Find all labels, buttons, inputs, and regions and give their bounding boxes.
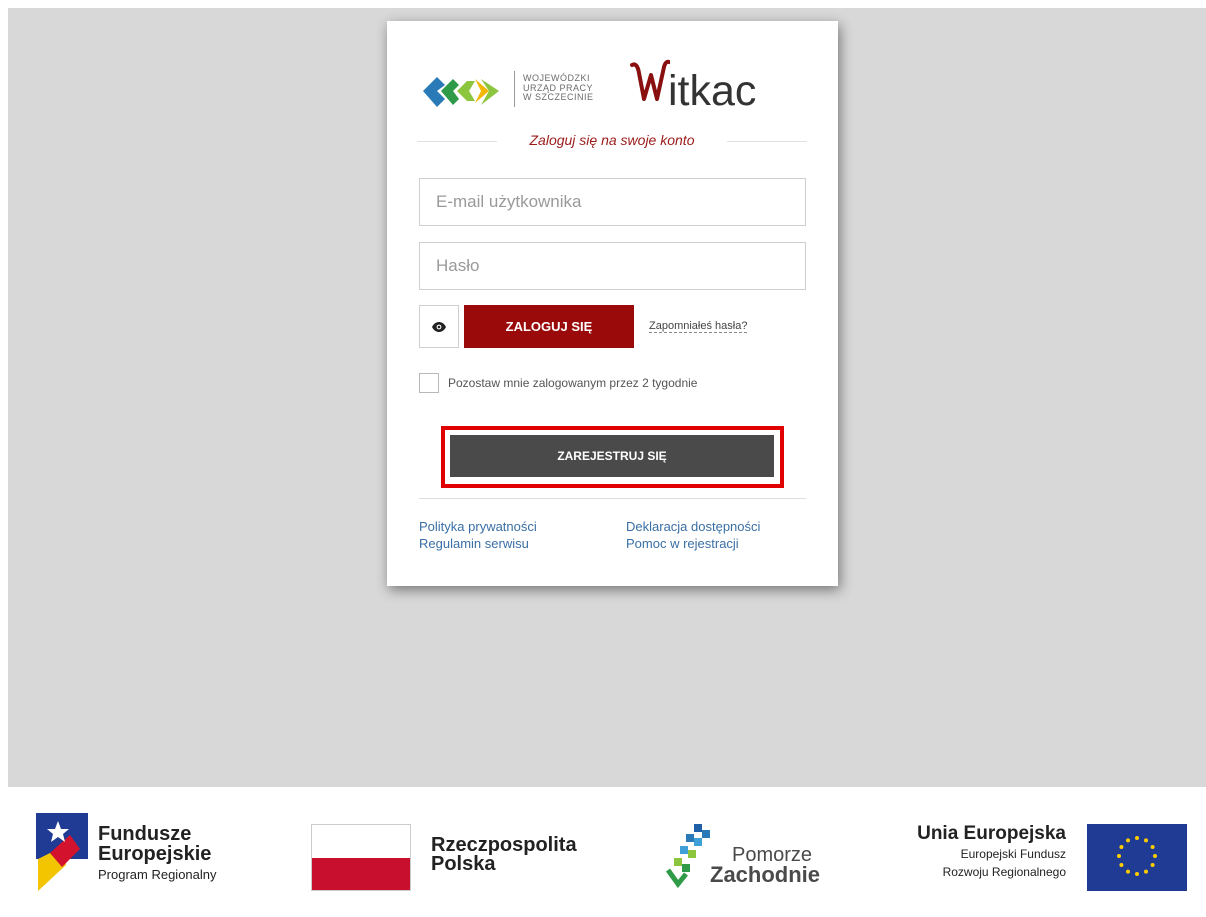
logo-separator — [514, 71, 515, 107]
witkac-w-icon — [630, 59, 670, 101]
ue-line-3: Rozwoju Regionalnego — [942, 865, 1066, 879]
login-heading: Zaloguj się na swoje konto — [417, 132, 807, 152]
forgot-password-link[interactable]: Zapomniałeś hasła? — [649, 320, 748, 333]
ue-line-2: Europejski Fundusz — [960, 847, 1066, 861]
rzeczpospolita-text: Rzeczpospolita Polska — [431, 835, 577, 875]
login-heading-text: Zaloguj się na swoje konto — [529, 132, 695, 148]
fe-line-3: Program Regionalny — [98, 867, 217, 882]
email-input[interactable] — [419, 178, 806, 226]
remember-me[interactable]: Pozostaw mnie zalogowanym przez 2 tygodn… — [419, 373, 697, 393]
rp-line-2: Polska — [431, 853, 496, 875]
pomorze-zachodnie-text: Pomorze Zachodnie — [710, 845, 821, 887]
fundusze-europejskie-text: Fundusze Europejskie Program Regionalny — [98, 824, 217, 882]
poland-flag-icon — [311, 824, 411, 891]
links-right: Deklaracja dostępności Pomoc w rejestrac… — [626, 518, 760, 552]
pz-line-2: Zachodnie — [710, 862, 821, 887]
fe-line-1: Fundusze — [98, 823, 192, 845]
heading-line-right — [727, 141, 807, 142]
password-input[interactable] — [419, 242, 806, 290]
heading-line-left — [417, 141, 497, 142]
register-button[interactable]: ZAREJESTRUJ SIĘ — [450, 435, 774, 477]
login-card: WOJEWÓDZKI URZĄD PRACY W SZCZECINIE itka… — [387, 21, 838, 586]
links-divider — [419, 498, 806, 499]
links-left: Polityka prywatności Regulamin serwisu — [419, 518, 537, 552]
logo-row: WOJEWÓDZKI URZĄD PRACY W SZCZECINIE itka… — [423, 57, 803, 117]
fundusze-europejskie-icon — [36, 813, 88, 891]
witkac-text: itkac — [668, 67, 757, 115]
unia-europejska-text: Unia Europejska Europejski Fundusz Rozwo… — [876, 823, 1066, 881]
show-password-button[interactable] — [419, 305, 459, 348]
fe-line-2: Europejskie — [98, 843, 212, 865]
wup-line-3: W SZCZECINIE — [523, 92, 594, 102]
accessibility-link[interactable]: Deklaracja dostępności — [626, 518, 760, 535]
terms-link[interactable]: Regulamin serwisu — [419, 535, 537, 552]
remember-label: Pozostaw mnie zalogowanym przez 2 tygodn… — [448, 376, 698, 390]
eye-icon — [432, 321, 446, 332]
registration-help-link[interactable]: Pomoc w rejestracji — [626, 535, 760, 552]
wup-logo-text: WOJEWÓDZKI URZĄD PRACY W SZCZECINIE — [523, 73, 594, 103]
wup-logo-icon — [423, 77, 499, 107]
ue-line-1: Unia Europejska — [917, 823, 1066, 844]
privacy-policy-link[interactable]: Polityka prywatności — [419, 518, 537, 535]
login-button[interactable]: ZALOGUJ SIĘ — [464, 305, 634, 348]
remember-checkbox[interactable] — [419, 373, 439, 393]
eu-flag-icon — [1087, 824, 1187, 891]
